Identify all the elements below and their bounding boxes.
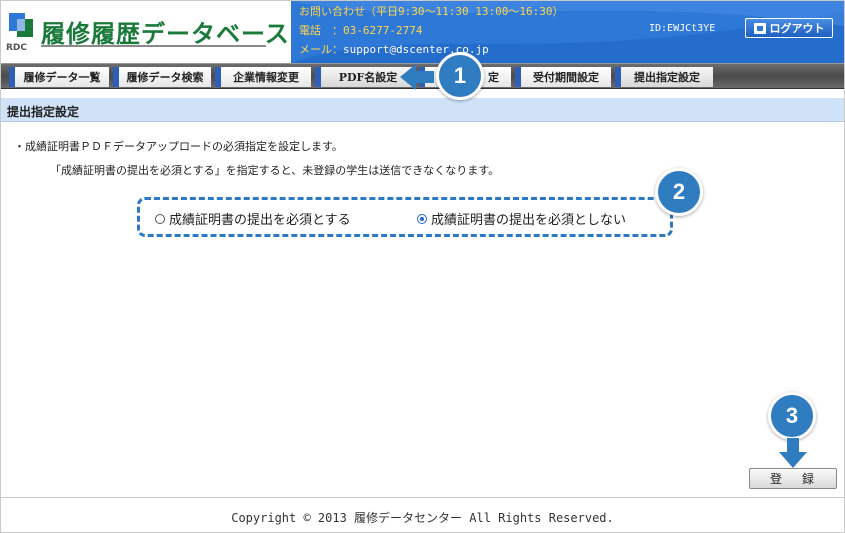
callout-marker-2: 2 [655, 168, 703, 216]
callout-marker-3: 3 [768, 392, 816, 440]
section-heading: 提出指定設定 [1, 98, 844, 122]
contact-phone: 電話 ：03-6277-2774 [299, 22, 422, 38]
mail-label: メール： [299, 43, 343, 56]
tab-acceptance-period[interactable]: 受付期間設定 [515, 67, 611, 87]
register-button[interactable]: 登録 [749, 468, 837, 489]
logout-icon [753, 22, 766, 34]
tab-label: 定 [488, 71, 499, 84]
header: RDC 履修履歴データベース お問い合わせ（平日9:30～11:30 13:00… [1, 1, 844, 63]
radio-not-required-input[interactable] [417, 213, 427, 224]
tab-label: 履修データ検索 [126, 71, 204, 84]
register-label: 登録 [769, 472, 834, 486]
tab-label: 企業情報変更 [233, 71, 299, 84]
description-line-2: 「成績証明書の提出を必須とする」を指定すると、未登録の学生は送信できなくなります… [50, 164, 500, 177]
title-underline [41, 45, 266, 47]
phone-label: 電話 ： [299, 24, 343, 37]
tab-label: 受付期間設定 [533, 71, 599, 84]
logo-area: RDC 履修履歴データベース [1, 1, 291, 63]
callout-arrow-down-icon [779, 438, 807, 468]
tab-rishu-search[interactable]: 履修データ検索 [113, 67, 211, 87]
tab-company-info[interactable]: 企業情報変更 [215, 67, 311, 87]
app-title: 履修履歴データベース [41, 20, 290, 48]
section-title: 提出指定設定 [7, 105, 80, 119]
radio-not-required[interactable]: 成績証明書の提出を必須としない [417, 209, 626, 228]
logout-label: ログアウト [769, 22, 825, 35]
radio-required-label: 成績証明書の提出を必須とする [169, 213, 351, 228]
footer-divider [1, 497, 844, 498]
tab-label: 履修データ一覧 [23, 71, 101, 84]
footer-copyright: Copyright © 2013 履修データセンター All Rights Re… [231, 511, 614, 525]
contact-hours: お問い合わせ（平日9:30～11:30 13:00～16:30） [299, 5, 564, 18]
user-id: ID:EWJCt3YE [649, 23, 716, 34]
tab-label: 提出指定設定 [634, 71, 700, 84]
logo-text: RDC [6, 43, 28, 53]
logo-icon [9, 13, 33, 37]
phone-number: 03-6277-2774 [343, 24, 423, 37]
callout-arrow-left-icon [400, 64, 434, 90]
logout-button[interactable]: ログアウト [745, 18, 833, 38]
description-line-1: ・成績証明書ＰＤＦデータアップロードの必須指定を設定します。 [14, 140, 343, 153]
contact-banner: お問い合わせ（平日9:30～11:30 13:00～16:30） 電話 ：03-… [291, 1, 844, 63]
radio-required[interactable]: 成績証明書の提出を必須とする [155, 209, 351, 228]
radio-not-required-label: 成績証明書の提出を必須としない [431, 213, 627, 228]
tab-label: PDF名設定 [338, 71, 398, 84]
callout-marker-1: 1 [436, 52, 484, 100]
tab-submission-setting[interactable]: 提出指定設定 [615, 67, 713, 87]
tab-rishu-list[interactable]: 履修データ一覧 [9, 67, 109, 87]
radio-required-input[interactable] [155, 213, 165, 224]
